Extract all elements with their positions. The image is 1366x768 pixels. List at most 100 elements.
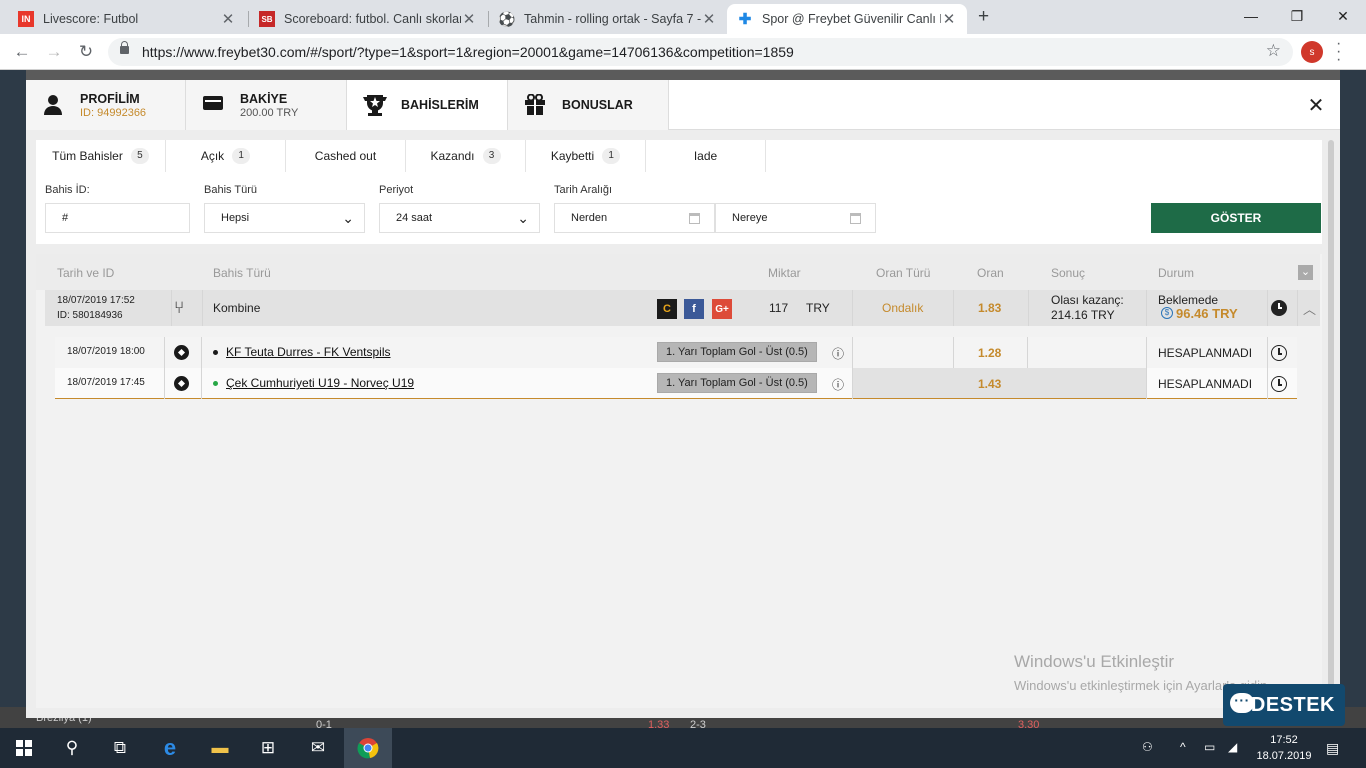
possible-win: 214.16 TRY: [1051, 308, 1115, 322]
show-button[interactable]: GÖSTER: [1151, 203, 1321, 233]
chevron-up-icon[interactable]: ^: [1180, 740, 1186, 754]
chat-bubble-icon: ···: [1230, 693, 1254, 713]
tab-profile[interactable]: PROFİLİM ID: 94992366: [26, 80, 186, 130]
profile-avatar[interactable]: s: [1301, 41, 1323, 63]
match-link[interactable]: KF Teuta Durres - FK Ventspils: [226, 345, 391, 359]
close-tab-icon[interactable]: ✕: [220, 10, 236, 28]
chrome-icon[interactable]: [344, 728, 392, 768]
task-view-icon[interactable]: ⧉: [96, 728, 144, 768]
back-icon[interactable]: ←: [10, 40, 34, 64]
expand-all-icon[interactable]: ⌄: [1298, 265, 1313, 280]
tab-balance[interactable]: BAKİYE 200.00 TRY: [186, 80, 347, 130]
match-link[interactable]: Çek Cumhuriyeti U19 - Norveç U19: [226, 376, 414, 390]
tab-label: BAHİSLERİM: [401, 98, 479, 112]
wallet-icon: [202, 94, 224, 116]
tab-my-bets[interactable]: BAHİSLERİM: [347, 80, 508, 130]
subtab-label: Kaybetti: [550, 149, 595, 163]
header-amount: Miktar: [768, 266, 801, 280]
count-badge: 3: [482, 148, 501, 164]
count-badge: 1: [602, 148, 621, 164]
close-tab-icon[interactable]: ✕: [461, 10, 477, 28]
subtab-all-bets[interactable]: Tüm Bahisler 5: [36, 140, 166, 172]
gift-icon: [524, 93, 546, 116]
period-label: Periyot: [379, 184, 414, 196]
close-tab-icon[interactable]: ✕: [941, 10, 957, 28]
status-dot-icon: [213, 350, 218, 356]
selection-row[interactable]: 18/07/2019 18:00 KF Teuta Durres - FK Ve…: [55, 337, 1297, 368]
coin-icon: $: [1161, 307, 1173, 319]
minimize-icon[interactable]: —: [1228, 0, 1274, 32]
google-plus-icon[interactable]: G+: [712, 299, 732, 319]
windows-start-icon[interactable]: [0, 728, 48, 768]
info-icon[interactable]: ⓘ: [832, 376, 844, 393]
market-pill: 1. Yarı Toplam Gol - Üst (0.5): [657, 373, 817, 393]
address-bar[interactable]: https://www.freybet30.com/#/sport/?type=…: [108, 38, 1293, 66]
subtab-label: Tüm Bahisler: [52, 149, 123, 163]
cashout-icon[interactable]: C: [657, 299, 677, 319]
support-button[interactable]: ··· DESTEK: [1223, 684, 1345, 726]
url-text[interactable]: https://www.freybet30.com/#/sport/?type=…: [142, 44, 794, 60]
browser-tab-freybet[interactable]: ✚ Spor @ Freybet Güvenilir Canlı B ✕: [727, 4, 967, 34]
selection-row[interactable]: 18/07/2019 17:45 Çek Cumhuriyeti U19 - N…: [55, 368, 1297, 399]
reload-icon[interactable]: ↻: [74, 40, 98, 64]
restore-icon[interactable]: ❐: [1274, 0, 1320, 32]
modal-scrollbar[interactable]: [1328, 140, 1334, 710]
new-tab-icon[interactable]: +: [978, 6, 989, 28]
facebook-icon[interactable]: f: [684, 299, 704, 319]
subtab-cashed-out[interactable]: Cashed out: [286, 140, 406, 172]
search-icon[interactable]: ⚲: [48, 728, 96, 768]
browser-menu-icon[interactable]: · · ·: [1336, 36, 1341, 68]
edge-icon[interactable]: e: [146, 728, 194, 768]
taskbar-clock[interactable]: 17:52 18.07.2019: [1254, 732, 1314, 764]
chevron-up-icon[interactable]: ︿: [1303, 299, 1316, 318]
selection-match[interactable]: KF Teuta Durres - FK Ventspils: [213, 345, 391, 359]
bet-row[interactable]: 18/07/2019 17:52 ID: 580184936 ⑂ Kombine…: [45, 290, 1320, 326]
date-from-input[interactable]: Nerden: [554, 203, 715, 233]
header-odds-type: Oran Türü: [876, 266, 931, 280]
date-to-placeholder: Nereye: [732, 212, 768, 224]
modal-tabs: PROFİLİM ID: 94992366 BAKİYE 200.00 TRY …: [26, 80, 1340, 130]
browser-toolbar: ← → ↻ https://www.freybet30.com/#/sport/…: [0, 34, 1366, 70]
file-explorer-icon[interactable]: ▬: [196, 728, 244, 768]
notification-icon[interactable]: ▤: [1326, 740, 1339, 757]
info-icon[interactable]: ⓘ: [832, 345, 844, 362]
tab-label: BAKİYE: [240, 92, 288, 106]
subtab-lost[interactable]: Kaybetti 1: [526, 140, 646, 172]
period-select[interactable]: 24 saat ⌄: [379, 203, 540, 233]
subtab-open[interactable]: Açık 1: [166, 140, 286, 172]
bet-type-select[interactable]: Hepsi ⌄: [204, 203, 365, 233]
people-icon[interactable]: ⚇: [1142, 740, 1153, 754]
subtab-won[interactable]: Kazandı 3: [406, 140, 526, 172]
bet-id-input[interactable]: #: [45, 203, 190, 233]
selection-match[interactable]: Çek Cumhuriyeti U19 - Norveç U19: [213, 376, 414, 390]
forward-icon[interactable]: →: [42, 40, 66, 64]
bet-id-label: Bahis İD:: [45, 184, 90, 196]
subtab-refund[interactable]: Iade: [646, 140, 766, 172]
header-status: Durum: [1158, 266, 1195, 280]
bet-id-value: #: [62, 212, 69, 224]
bet-odds: 1.83: [978, 301, 1002, 315]
bet-type: Kombine: [213, 301, 261, 315]
subtab-label: Açık: [200, 149, 225, 163]
browser-tab-tahmin[interactable]: ⚽ Tahmin - rolling ortak - Sayfa 7 - ✕: [489, 4, 727, 34]
cashout-amount[interactable]: 96.46 TRY: [1176, 306, 1238, 321]
close-icon[interactable]: ✕: [1304, 94, 1328, 118]
date-to-input[interactable]: Nereye: [715, 203, 876, 233]
count-badge: 5: [130, 148, 149, 164]
tab-bonuses[interactable]: BONUSLAR: [508, 80, 669, 130]
close-tab-icon[interactable]: ✕: [701, 10, 717, 28]
selection-status: HESAPLANMADI: [1158, 377, 1253, 391]
selection-odds: 1.43: [978, 377, 1002, 391]
browser-tab-scoreboard[interactable]: SB Scoreboard: futbol. Canlı skorlar, ✕: [249, 4, 487, 34]
odds-type: Ondalık: [882, 301, 924, 315]
bookmark-star-icon[interactable]: ☆: [1266, 41, 1281, 61]
mail-icon[interactable]: ✉: [294, 728, 342, 768]
battery-icon[interactable]: ▭: [1204, 740, 1215, 754]
browser-tab-livescore[interactable]: IN Livescore: Futbol ✕: [8, 4, 246, 34]
pending-clock-icon: [1271, 300, 1287, 316]
wifi-icon[interactable]: ◢: [1228, 740, 1237, 754]
store-icon[interactable]: ⊞: [244, 728, 292, 768]
close-window-icon[interactable]: ✕: [1320, 0, 1366, 32]
balance-amount: 200.00 TRY: [240, 107, 299, 119]
activation-watermark-title: Windows'u Etkinleştir: [1014, 652, 1175, 671]
